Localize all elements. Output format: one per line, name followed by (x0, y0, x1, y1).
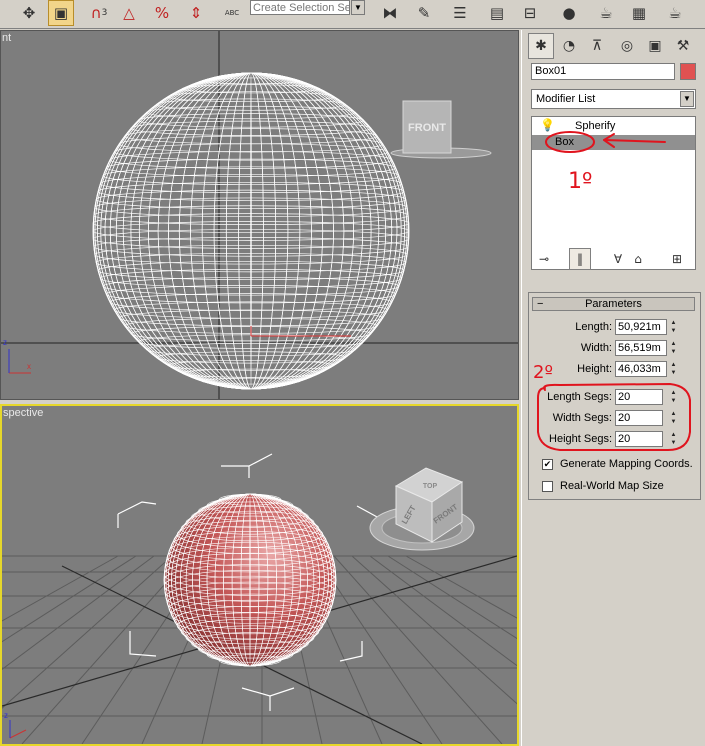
quick-render-icon[interactable]: ☕ (662, 0, 688, 26)
svg-text:z: z (3, 338, 7, 347)
rendered-frame-window-icon[interactable]: ▦ (626, 0, 652, 26)
navcube-top-label: TOP (423, 483, 438, 490)
width-segs-label: Width Segs: (552, 412, 612, 424)
generate-mapping-coords-label: Generate Mapping Coords. (560, 458, 693, 470)
pin-stack-icon[interactable]: ⊸ (533, 248, 555, 270)
length-segs-field[interactable]: 20 (615, 389, 663, 405)
remove-modifier-icon[interactable]: ⌂ (627, 248, 649, 270)
mirror-icon[interactable]: ⧓ (377, 0, 403, 26)
chevron-down-icon[interactable]: ▼ (351, 0, 365, 15)
length-spinner[interactable]: ▲ ▼ (669, 319, 678, 335)
show-end-result-icon[interactable]: ‖ (569, 248, 591, 270)
width-segs-field[interactable]: 20 (615, 410, 663, 426)
svg-text:x: x (27, 362, 31, 371)
perspective-viewport-canvas: TOP LEFT FRONT z (2, 453, 517, 744)
width-segs-spinner[interactable]: ▲ ▼ (669, 410, 678, 426)
width-spinner[interactable]: ▲ ▼ (669, 340, 678, 356)
generate-mapping-coords-checkbox[interactable]: ✔ Generate Mapping Coords. (542, 458, 705, 473)
select-and-move-icon[interactable]: ✥ (16, 0, 42, 26)
height-segs-label: Height Segs: (549, 433, 612, 445)
parameters-rollout-header[interactable]: − Parameters (532, 297, 695, 311)
stack-item-spherify[interactable]: 💡 Spherify (532, 118, 695, 134)
stack-item-label: Spherify (575, 120, 616, 132)
layer-manager-icon[interactable]: ☰ (447, 0, 473, 26)
width-segs-row: Width Segs: 20 ▲ ▼ (529, 410, 699, 427)
angle-snap-icon[interactable]: △ (116, 0, 142, 26)
navcube-perspective[interactable]: TOP LEFT FRONT (369, 467, 475, 551)
front-viewport[interactable]: nt FRONT x z (0, 30, 519, 400)
modify-tab-icon[interactable]: ◔ (556, 33, 582, 59)
display-tab-icon[interactable]: ▣ (642, 33, 668, 59)
width-label: Width: (580, 342, 612, 354)
length-segs-label: Length Segs: (547, 391, 612, 403)
modifier-stack: 💡 Spherify Box (531, 116, 696, 270)
front-viewport-canvas: FRONT x z (1, 31, 518, 399)
navcube-front[interactable]: FRONT (390, 100, 492, 159)
length-row: Length: 50,921m ▲ ▼ (529, 319, 699, 336)
lightbulb-icon[interactable]: 💡 (540, 118, 555, 133)
render-setup-icon[interactable]: ☕ (593, 0, 619, 26)
height-spinner[interactable]: ▲ ▼ (669, 361, 678, 377)
navcube-front-label: FRONT (408, 122, 446, 134)
height-segs-field[interactable]: 20 (615, 431, 663, 447)
sphere-wireframe (92, 72, 410, 390)
spinner-snap-icon[interactable]: ⇕ (183, 0, 209, 26)
width-row: Width: 56,519m ▲ ▼ (529, 340, 699, 357)
length-segs-spinner[interactable]: ▲ ▼ (669, 389, 678, 405)
configure-modifier-sets-icon[interactable]: ⊞ (666, 248, 688, 270)
object-color-swatch[interactable] (680, 63, 696, 80)
height-field[interactable]: 46,033m (615, 361, 667, 377)
width-field[interactable]: 56,519m (615, 340, 667, 356)
height-segs-row: Height Segs: 20 ▲ ▼ (529, 431, 699, 448)
create-tab-icon[interactable]: ✱ (528, 33, 554, 59)
collapse-icon: − (537, 298, 544, 310)
curve-editor-icon[interactable]: ▤ (484, 0, 510, 26)
stack-item-box[interactable]: Box (532, 135, 695, 150)
parameters-title: Parameters (585, 298, 642, 310)
length-field[interactable]: 50,921m (615, 319, 667, 335)
align-icon[interactable]: ✎ (411, 0, 437, 26)
schematic-view-icon[interactable]: ⊟ (517, 0, 543, 26)
perspective-viewport[interactable]: spective TOP LEFT FRONT z (0, 404, 519, 746)
checkbox-unchecked-icon[interactable] (542, 481, 553, 492)
object-name-field[interactable]: Box01 (531, 63, 675, 80)
svg-text:z: z (4, 711, 8, 720)
snap-toggle-icon[interactable]: ∩ 3 (86, 0, 112, 26)
selection-set-dropdown[interactable]: Create Selection Set (250, 0, 350, 15)
checkbox-checked-icon[interactable]: ✔ (542, 459, 553, 470)
parameters-rollout: − Parameters Length: 50,921m ▲ ▼ Width: 5… (528, 292, 701, 500)
material-editor-icon[interactable]: ● (556, 0, 582, 26)
real-world-map-size-label: Real-World Map Size (560, 480, 664, 492)
stack-buttons: ⊸ ‖ ∀ ⌂ ⊞ (531, 248, 696, 272)
percent-snap-icon[interactable]: % (149, 0, 175, 26)
utilities-tab-icon[interactable]: ⚒ (670, 33, 696, 59)
hierarchy-tab-icon[interactable]: ⊼ (584, 33, 610, 59)
make-unique-icon[interactable]: ∀ (607, 248, 629, 270)
chevron-down-icon[interactable]: ▼ (680, 91, 694, 107)
real-world-map-size-checkbox[interactable]: Real-World Map Size (542, 480, 705, 495)
length-segs-row: Length Segs: 20 ▲ ▼ (529, 389, 699, 406)
motion-tab-icon[interactable]: ◎ (614, 33, 640, 59)
length-label: Length: (575, 321, 612, 333)
height-row: Height: 46,033m ▲ ▼ (529, 361, 699, 378)
height-label: Height: (577, 363, 612, 375)
modifier-list-label: Modifier List (536, 93, 596, 105)
named-selection-icon[interactable]: ABC (219, 0, 245, 26)
select-object-icon[interactable]: ▣ (48, 0, 74, 26)
modifier-list-dropdown[interactable]: Modifier List ▼ (531, 89, 696, 109)
command-panel: ✱ ◔ ⊼ ◎ ▣ ⚒ Box01 Modifier List ▼ 💡 Sphe… (521, 30, 705, 746)
main-toolbar: ✥ ▣ ∩ 3 △ % ⇕ ABC Create Selection Set ▼ … (0, 0, 705, 29)
height-segs-spinner[interactable]: ▲ ▼ (669, 431, 678, 447)
stack-item-label: Box (555, 136, 574, 148)
